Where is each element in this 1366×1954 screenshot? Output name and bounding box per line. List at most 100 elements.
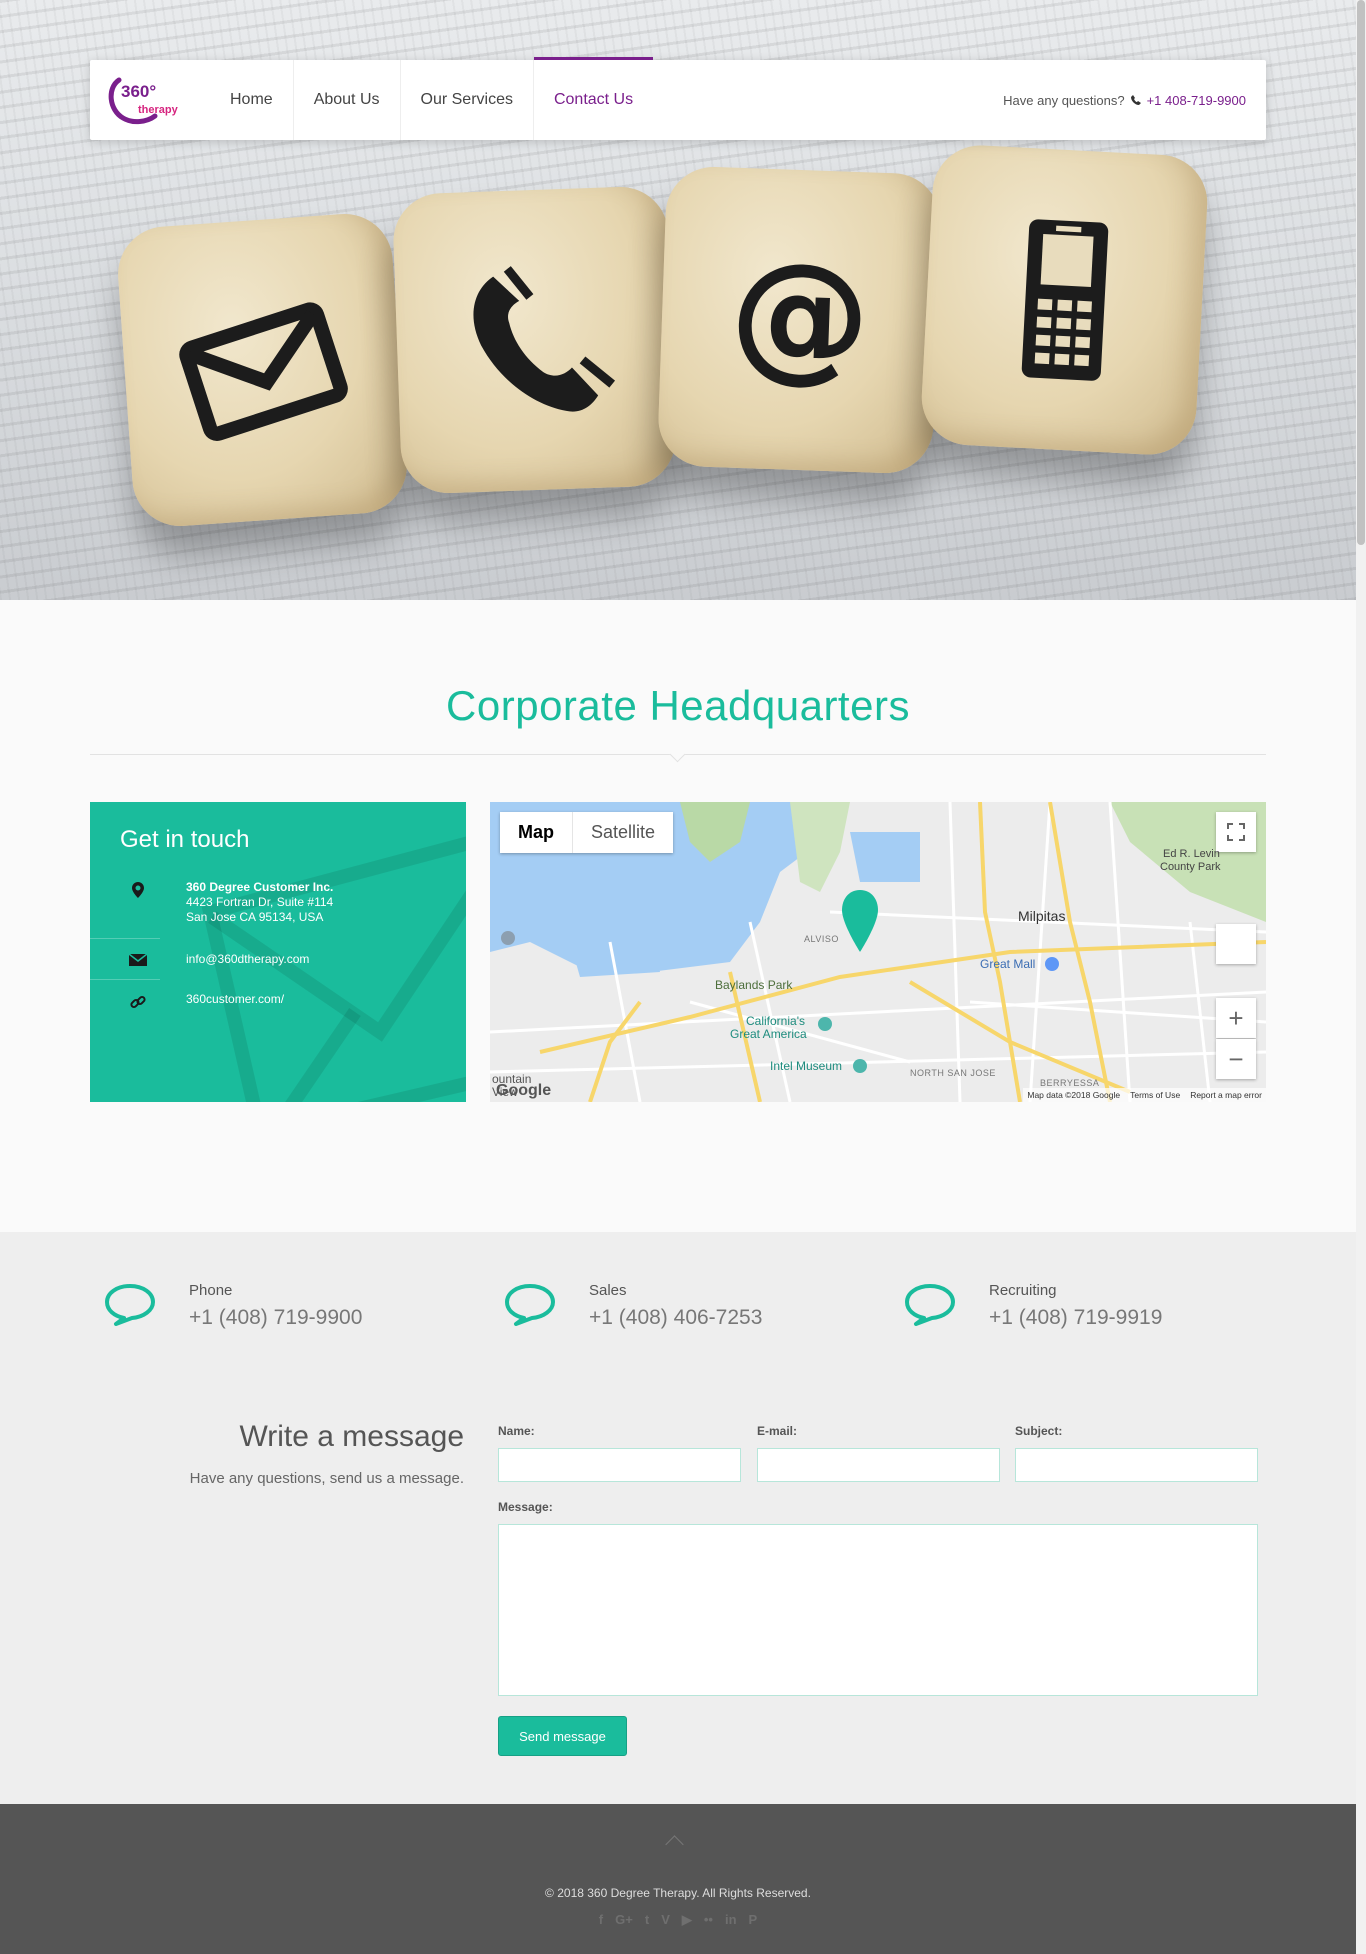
facebook-icon[interactable]: f: [599, 1912, 603, 1928]
map-label-milpitas: Milpitas: [1018, 908, 1066, 924]
divider: [90, 938, 160, 939]
zoom-out-icon[interactable]: −: [1216, 1039, 1256, 1079]
copyright: © 2018 360 Degree Therapy. All Rights Re…: [545, 1886, 811, 1900]
at-die: @: [656, 165, 943, 475]
recruiting-label: Recruiting: [989, 1282, 1057, 1299]
google-map[interactable]: Map Satellite + − Ed R. Levin County Par…: [490, 802, 1266, 1102]
phone-icon: [1130, 93, 1141, 108]
map-tab-map[interactable]: Map: [500, 812, 572, 853]
nav-our-services[interactable]: Our Services: [399, 60, 533, 140]
address-line-2: San Jose CA 95134, USA: [186, 910, 324, 924]
map-data-credit: Map data ©2018 Google: [1027, 1090, 1121, 1100]
send-message-button[interactable]: Send message: [498, 1716, 627, 1756]
get-in-touch-title: Get in touch: [120, 826, 250, 853]
mobile-phone-icon: [1021, 219, 1108, 381]
recruiting-value[interactable]: +1 (408) 719-9919: [989, 1306, 1162, 1330]
nav-home[interactable]: Home: [210, 60, 293, 140]
main-nav: Home About Us Our Services Contact Us: [210, 57, 654, 140]
link-icon: [90, 992, 186, 1010]
map-label-baylands: Baylands Park: [715, 978, 793, 992]
message-label: Message:: [498, 1500, 553, 1514]
name-label: Name:: [498, 1424, 535, 1438]
map-label-park: Ed R. Levin: [1163, 848, 1220, 860]
map-pin-icon: [90, 880, 186, 925]
title-divider-notch: [669, 746, 686, 763]
map-type-control: Map Satellite: [500, 812, 674, 853]
map-tab-satellite[interactable]: Satellite: [572, 812, 673, 853]
map-label-intel: Intel Museum: [770, 1059, 843, 1073]
company-name: 360 Degree Customer Inc.: [186, 880, 334, 894]
nav-about-us[interactable]: About Us: [292, 60, 400, 140]
website-row: 360customer.com/: [90, 992, 466, 1010]
speech-bubble-icon: [505, 1284, 555, 1326]
envelope-icon: [90, 952, 186, 967]
envelope-icon: [178, 302, 348, 441]
handset-icon: [473, 266, 615, 412]
phone-label: Phone: [189, 1282, 233, 1299]
zoom-in-icon[interactable]: +: [1216, 998, 1256, 1038]
subject-label: Subject:: [1015, 1424, 1063, 1438]
logo-text-top: 360°: [121, 82, 157, 101]
email-label: E-mail:: [757, 1424, 798, 1438]
street-view-pegman[interactable]: [1216, 924, 1256, 964]
name-field[interactable]: [498, 1448, 741, 1482]
phone-die: [391, 185, 678, 495]
phone-value[interactable]: +1 (408) 719-9900: [189, 1306, 362, 1330]
sales-value[interactable]: +1 (408) 406-7253: [589, 1306, 762, 1330]
social-links: f G+ t V ▶ •• in P: [0, 1912, 1356, 1928]
speech-bubble-icon: [105, 1284, 155, 1326]
email-field[interactable]: [757, 1448, 1000, 1482]
contact-section: Phone +1 (408) 719-9900 Sales +1 (408) 4…: [0, 1232, 1356, 1804]
map-label-california: California's: [746, 1014, 805, 1028]
nav-contact-us[interactable]: Contact Us: [532, 57, 654, 140]
fullscreen-icon[interactable]: [1216, 812, 1256, 852]
map-label-berryessa: BERRYESSA: [1040, 1078, 1100, 1088]
section-title: Corporate Headquarters: [446, 682, 910, 729]
get-in-touch-panel: Get in touch 360 Degree Customer Inc. 44…: [90, 802, 466, 1102]
email-row: info@360dtherapy.com: [90, 952, 466, 967]
flickr-icon[interactable]: ••: [704, 1912, 713, 1928]
header-contact: Have any questions? +1 408-719-9900: [1003, 60, 1246, 140]
map-label-park-2: County Park: [1160, 861, 1221, 873]
map-terms-link[interactable]: Terms of Use: [1130, 1090, 1180, 1100]
mobile-die: [919, 143, 1210, 457]
email-link[interactable]: info@360dtherapy.com: [186, 952, 309, 967]
message-field[interactable]: [498, 1524, 1258, 1696]
scrollbar-thumb[interactable]: [1357, 0, 1365, 545]
address-text: 360 Degree Customer Inc. 4423 Fortran Dr…: [186, 880, 333, 925]
svg-text:@: @: [727, 232, 873, 400]
address-row: 360 Degree Customer Inc. 4423 Fortran Dr…: [90, 880, 466, 925]
site-header: 360° therapy Home About Us Our Services …: [90, 57, 1266, 140]
map-footer: Map data ©2018 Google Terms of Use Repor…: [1023, 1088, 1266, 1102]
site-footer: © 2018 360 Degree Therapy. All Rights Re…: [0, 1804, 1356, 1954]
map-report-link[interactable]: Report a map error: [1190, 1090, 1262, 1100]
map-label-north-san-jose: NORTH SAN JOSE: [910, 1068, 996, 1078]
linkedin-icon[interactable]: in: [725, 1912, 737, 1928]
vimeo-icon[interactable]: V: [661, 1912, 670, 1928]
subject-field[interactable]: [1015, 1448, 1258, 1482]
hero-dice: @: [114, 143, 1356, 530]
google-logo[interactable]: Google: [496, 1082, 551, 1100]
website-link[interactable]: 360customer.com/: [186, 992, 284, 1010]
sales-label: Sales: [589, 1282, 627, 1299]
map-label-great-mall: Great Mall: [980, 957, 1036, 971]
google-plus-icon[interactable]: G+: [615, 1912, 633, 1928]
speech-bubble-icon: [905, 1284, 955, 1326]
scroll-top-icon[interactable]: [665, 1835, 684, 1854]
map-label-alviso: ALVISO: [804, 934, 839, 944]
divider: [90, 979, 160, 980]
header-phone-link[interactable]: +1 408-719-9900: [1147, 93, 1246, 108]
site-logo[interactable]: 360° therapy: [105, 74, 185, 128]
form-subtitle: Have any questions, send us a message.: [189, 1470, 464, 1487]
page-scrollbar[interactable]: [1356, 0, 1366, 1954]
envelope-die: [114, 210, 411, 530]
address-line-1: 4423 Fortran Dr, Suite #114: [186, 895, 334, 909]
at-sign-icon: @: [727, 232, 873, 400]
pinterest-icon[interactable]: P: [749, 1912, 758, 1928]
twitter-icon[interactable]: t: [645, 1912, 649, 1928]
map-label-great-america: Great America: [730, 1027, 807, 1041]
header-question: Have any questions?: [1003, 92, 1125, 108]
form-title: Write a message: [239, 1420, 464, 1453]
logo-text-bottom: therapy: [138, 104, 178, 116]
youtube-icon[interactable]: ▶: [682, 1912, 692, 1928]
